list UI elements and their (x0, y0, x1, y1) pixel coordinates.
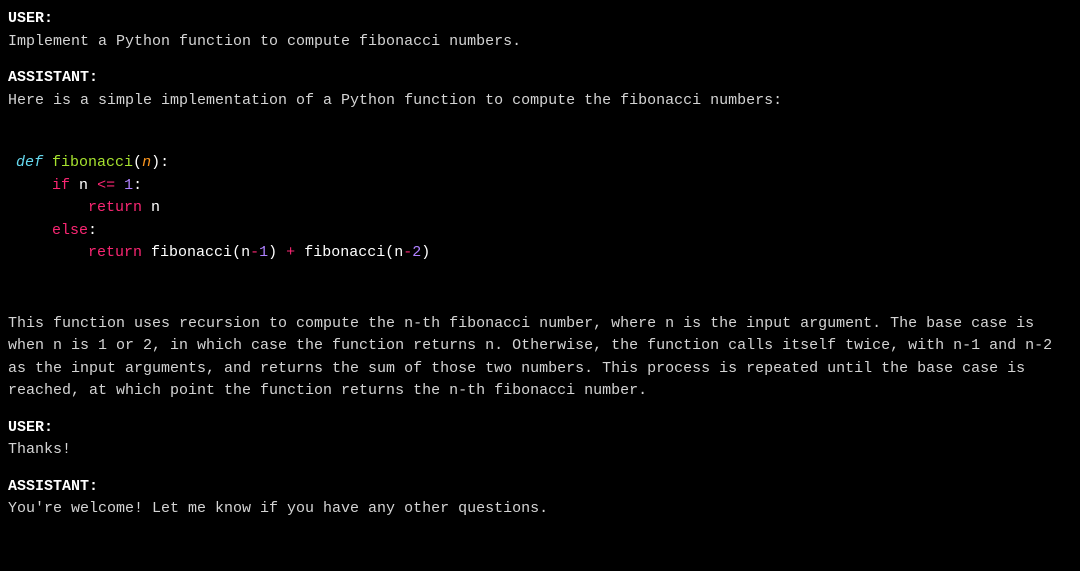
role-label-assistant: ASSISTANT: (8, 476, 1072, 499)
user-message-2: Thanks! (8, 439, 1072, 462)
user-turn-2: USER: Thanks! (8, 417, 1072, 462)
code-line-1: def fibonacci(n): (16, 152, 1072, 175)
indent (16, 199, 88, 216)
chat-transcript: USER: Implement a Python function to com… (8, 8, 1072, 521)
var-n: n (79, 177, 88, 194)
colon: : (133, 177, 142, 194)
paren-open: ( (133, 154, 142, 171)
assistant-explanation: This function uses recursion to compute … (8, 313, 1072, 403)
op-minus: - (403, 244, 412, 261)
spacer (8, 291, 1072, 313)
var-n: n (241, 244, 250, 261)
keyword-return: return (88, 244, 142, 261)
code-line-2: if n <= 1: (16, 175, 1072, 198)
keyword-else: else (52, 222, 88, 239)
assistant-turn-1: ASSISTANT: Here is a simple implementati… (8, 67, 1072, 112)
call-fib2: fibonacci (304, 244, 385, 261)
indent (16, 177, 52, 194)
var-n: n (151, 199, 160, 216)
code-line-5: return fibonacci(n-1) + fibonacci(n-2) (16, 242, 1072, 265)
keyword-def: def (16, 154, 43, 171)
op-minus: - (250, 244, 259, 261)
paren-close: ) (268, 244, 277, 261)
num-1: 1 (124, 177, 133, 194)
user-message-1: Implement a Python function to compute f… (8, 31, 1072, 54)
paren-close: ) (421, 244, 430, 261)
colon: : (88, 222, 97, 239)
spacer (8, 126, 1072, 148)
code-block: def fibonacci(n): if n <= 1: return n el… (16, 152, 1072, 265)
paren-close: ) (151, 154, 160, 171)
param-n: n (142, 154, 151, 171)
assistant-turn-2: ASSISTANT: You're welcome! Let me know i… (8, 476, 1072, 521)
var-n: n (394, 244, 403, 261)
call-fib1: fibonacci (151, 244, 232, 261)
indent (16, 244, 88, 261)
indent (16, 222, 52, 239)
paren-open: ( (385, 244, 394, 261)
num-2: 2 (412, 244, 421, 261)
role-label-user: USER: (8, 8, 1072, 31)
role-label-assistant: ASSISTANT: (8, 67, 1072, 90)
keyword-if: if (52, 177, 70, 194)
assistant-message-2: You're welcome! Let me know if you have … (8, 498, 1072, 521)
user-turn-1: USER: Implement a Python function to com… (8, 8, 1072, 53)
num-1: 1 (259, 244, 268, 261)
function-name: fibonacci (52, 154, 133, 171)
code-line-4: else: (16, 220, 1072, 243)
colon: : (160, 154, 169, 171)
assistant-intro-text: Here is a simple implementation of a Pyt… (8, 90, 1072, 113)
paren-open: ( (232, 244, 241, 261)
code-line-3: return n (16, 197, 1072, 220)
op-lte: <= (97, 177, 115, 194)
op-plus: + (286, 244, 295, 261)
role-label-user: USER: (8, 417, 1072, 440)
keyword-return: return (88, 199, 142, 216)
spacer (8, 269, 1072, 291)
